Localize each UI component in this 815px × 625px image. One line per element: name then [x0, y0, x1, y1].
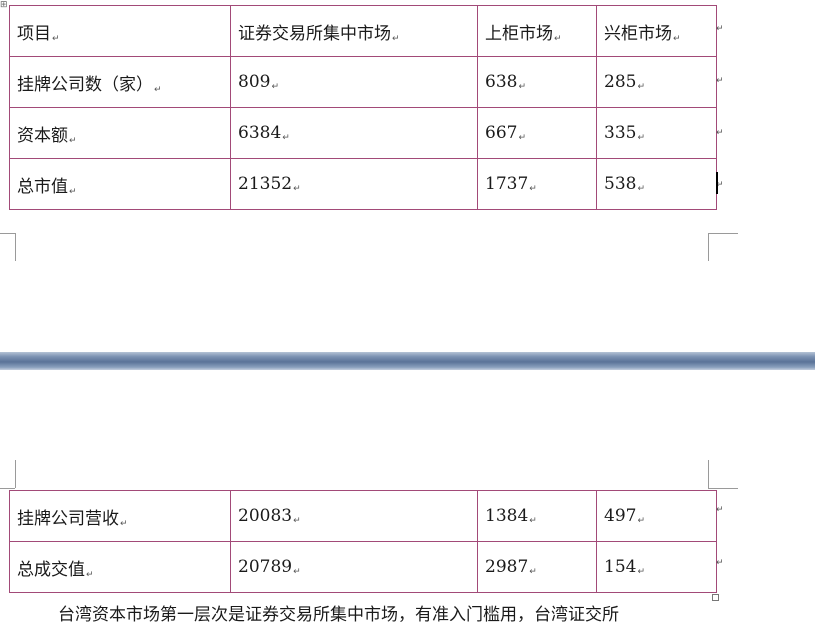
table-cell[interactable]: 上柜市场↵ [477, 5, 597, 57]
cell-end-mark: ↵ [529, 184, 537, 194]
cell-text: 497 [604, 506, 637, 526]
table-cell[interactable]: 兴柜市场↵ [596, 5, 717, 57]
table-row: 总市值↵ 21352↵ 1737↵ 538↵ [9, 158, 717, 210]
table-move-handle-icon[interactable]: ⊞ [0, 0, 8, 10]
cell-end-mark: ↵ [154, 84, 162, 95]
table-cell[interactable]: 2987↵ [477, 541, 597, 593]
crop-mark-left [0, 233, 15, 234]
cell-end-mark: ↵ [293, 184, 301, 194]
cell-text: 挂牌公司数（家） [17, 74, 153, 95]
table-row: 项目↵ 证券交易所集中市场↵ 上柜市场↵ 兴柜市场↵ [9, 5, 717, 57]
table-cell[interactable]: 335↵ [596, 107, 717, 159]
table-row: 挂牌公司数（家）↵ 809↵ 638↵ 285↵ [9, 56, 717, 108]
row-header-cell[interactable]: 项目↵ [9, 5, 231, 57]
row-header-cell[interactable]: 挂牌公司数（家）↵ [9, 56, 231, 108]
crop-mark-right-vertical [708, 460, 709, 488]
cell-end-mark: ↵ [518, 82, 526, 92]
row-header-cell[interactable]: 资本额↵ [9, 107, 231, 159]
cell-end-mark: ↵ [293, 567, 301, 577]
cell-text: 20083 [238, 506, 293, 526]
table-row: 资本额↵ 6384↵ 667↵ 335↵ [9, 107, 717, 159]
cell-text: 上柜市场 [485, 23, 553, 44]
row-end-mark: ↵ [716, 505, 724, 515]
table-row: 总成交值↵ 20789↵ 2987↵ 154↵ [9, 541, 717, 593]
cell-end-mark: ↵ [52, 33, 60, 44]
row-header-cell[interactable]: 挂牌公司营收↵ [9, 490, 231, 542]
cell-end-mark: ↵ [529, 567, 537, 577]
table-cell[interactable]: 285↵ [596, 56, 717, 108]
cell-text: 538 [604, 174, 637, 194]
cell-end-mark: ↵ [518, 133, 526, 143]
cell-text: 335 [604, 123, 637, 143]
row-end-mark: ↵ [716, 558, 724, 568]
crop-mark-left [0, 488, 15, 489]
crop-mark-left-vertical [15, 460, 16, 488]
cell-end-mark: ↵ [86, 569, 94, 580]
row-header-cell[interactable]: 总成交值↵ [9, 541, 231, 593]
cell-end-mark: ↵ [69, 186, 77, 197]
crop-mark-right-vertical [708, 233, 709, 261]
table-cell[interactable]: 21352↵ [230, 158, 478, 210]
cell-text: 285 [604, 72, 637, 92]
row-end-mark: ↵ [716, 24, 724, 34]
cell-end-mark: ↵ [120, 518, 128, 529]
cell-text: 154 [604, 557, 637, 577]
crop-mark-right [708, 488, 738, 489]
cell-text: 2987 [485, 557, 529, 577]
table-cell[interactable]: 证券交易所集中市场↵ [230, 5, 478, 57]
cell-end-mark: ↵ [637, 516, 645, 526]
cell-text: 809 [238, 72, 271, 92]
data-table-bottom: 挂牌公司营收↵ 20083↵ 1384↵ 497↵ 总成交值↵ 20789↵ 2987↵ 15… [9, 490, 717, 593]
table-cell[interactable]: 154↵ [596, 541, 717, 593]
document-page-top: ⊞ 项目↵ 证券交易所集中市场↵ 上柜市场↵ 兴柜市场↵ 挂牌公司数（家）↵ 809↵ 63… [0, 0, 815, 352]
table-cell[interactable]: 1737↵ [477, 158, 597, 210]
cell-text: 21352 [238, 174, 293, 194]
table-cell[interactable]: 20789↵ [230, 541, 478, 593]
page-break-separator [0, 352, 815, 370]
cell-end-mark: ↵ [637, 133, 645, 143]
cell-text: 总成交值 [17, 559, 85, 580]
crop-mark-right [708, 233, 738, 234]
cell-end-mark: ↵ [637, 184, 645, 194]
table-resize-handle[interactable] [712, 594, 719, 601]
paragraph-text: 台湾资本市场第一层次是证券交易所集中市场，有准入门槛用，台湾证交所 [58, 605, 619, 625]
crop-mark-left-vertical [15, 233, 16, 261]
table-cell[interactable]: 6384↵ [230, 107, 478, 159]
cell-end-mark: ↵ [69, 135, 77, 146]
table-row: 挂牌公司营收↵ 20083↵ 1384↵ 497↵ [9, 490, 717, 542]
cell-text: 20789 [238, 557, 293, 577]
table-cell[interactable]: 667↵ [477, 107, 597, 159]
table-cell[interactable]: 20083↵ [230, 490, 478, 542]
row-end-mark: ↵ [716, 128, 724, 138]
table-cell[interactable]: 497↵ [596, 490, 717, 542]
data-table-top: 项目↵ 证券交易所集中市场↵ 上柜市场↵ 兴柜市场↵ 挂牌公司数（家）↵ 809↵ 638↵… [9, 5, 717, 210]
cell-text: 1384 [485, 506, 529, 526]
cell-text: 6384 [238, 123, 282, 143]
cell-text: 兴柜市场 [604, 23, 672, 44]
cell-end-mark: ↵ [637, 567, 645, 577]
cell-end-mark: ↵ [282, 133, 290, 143]
row-header-cell[interactable]: 总市值↵ [9, 158, 231, 210]
table-cell[interactable]: 538↵ [596, 158, 717, 210]
cell-text: 638 [485, 72, 518, 92]
cell-text: 项目 [17, 23, 51, 44]
table-cell[interactable]: 638↵ [477, 56, 597, 108]
text-cursor [716, 172, 718, 194]
cell-text: 挂牌公司营收 [17, 508, 119, 529]
cell-end-mark: ↵ [637, 82, 645, 92]
cell-end-mark: ↵ [554, 33, 562, 44]
cell-end-mark: ↵ [392, 33, 400, 44]
cell-text: 证券交易所集中市场 [238, 23, 391, 44]
cell-text: 资本额 [17, 125, 68, 146]
cell-text: 总市值 [17, 176, 68, 197]
cell-text: 667 [485, 123, 518, 143]
cell-end-mark: ↵ [529, 516, 537, 526]
cell-end-mark: ↵ [673, 33, 681, 44]
row-end-mark: ↵ [716, 76, 724, 86]
table-cell[interactable]: 1384↵ [477, 490, 597, 542]
table-cell[interactable]: 809↵ [230, 56, 478, 108]
cell-text: 1737 [485, 174, 529, 194]
cell-end-mark: ↵ [293, 516, 301, 526]
cell-end-mark: ↵ [271, 82, 279, 92]
